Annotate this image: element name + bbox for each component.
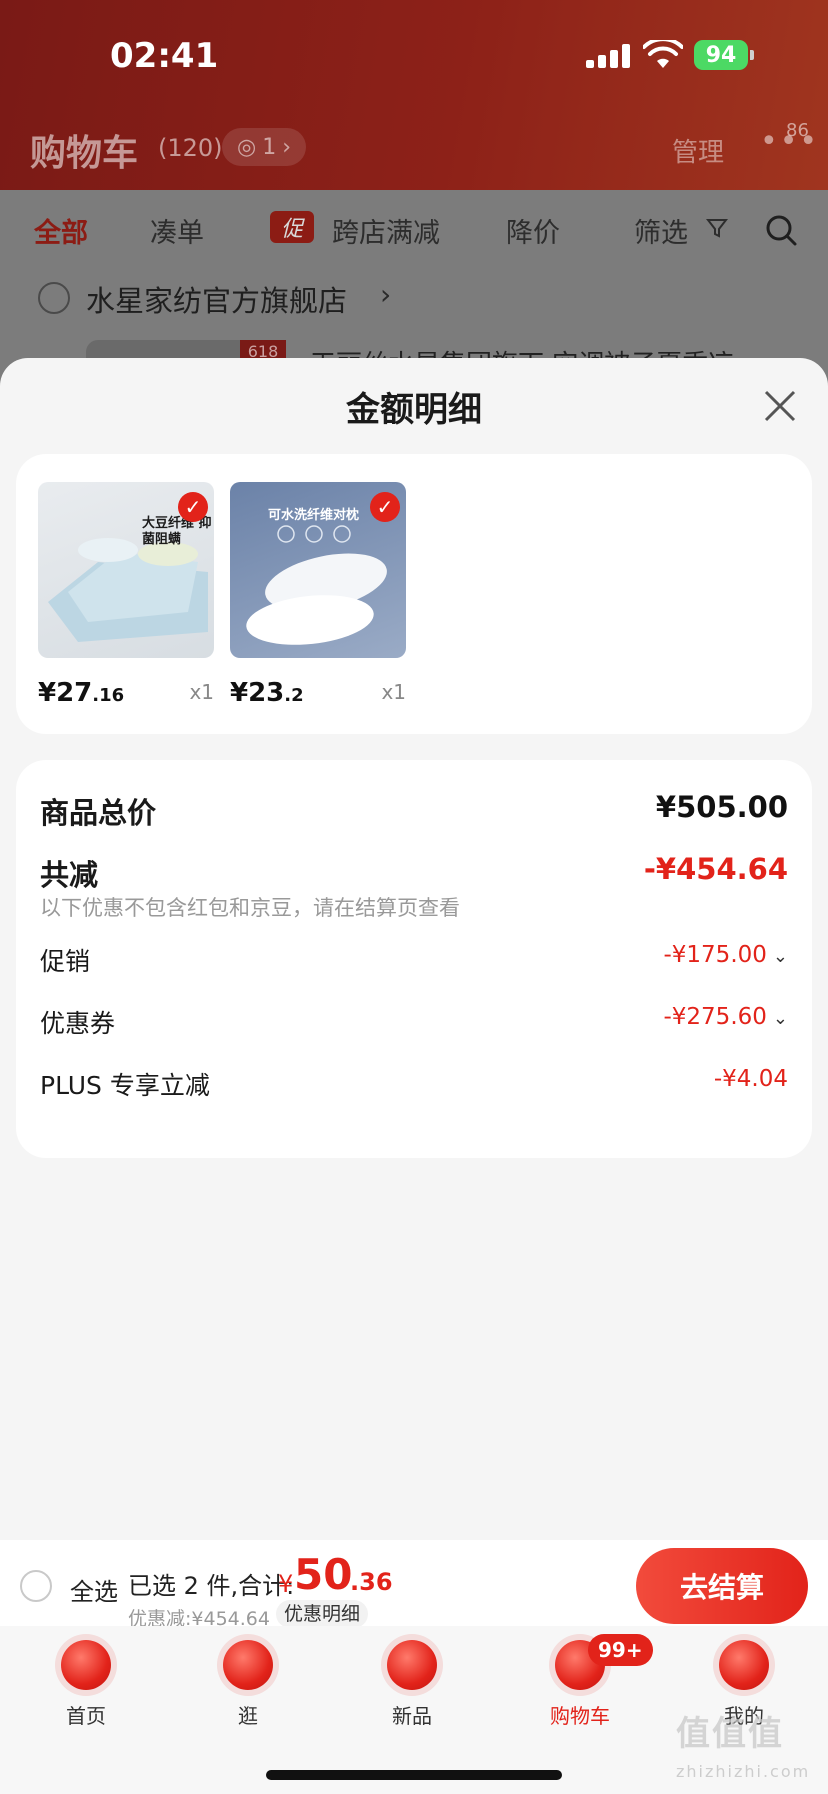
- cart-count: (120): [158, 134, 223, 162]
- total-decimal: .36: [350, 1568, 393, 1596]
- filter-bundle[interactable]: 凑单: [150, 211, 204, 250]
- product-item[interactable]: 大豆纤维 抑菌阻螨 ✓ ¥27.16 x1: [38, 482, 214, 708]
- tab-label: 购物车: [550, 1704, 610, 1728]
- sheet-title: 金额明细: [346, 390, 482, 430]
- battery-tip: [750, 50, 754, 60]
- tab-cart[interactable]: 99+ 购物车: [520, 1634, 653, 1729]
- watermark: 值值值: [676, 1714, 784, 1754]
- battery-indicator: 94: [694, 40, 748, 70]
- products-card: 大豆纤维 抑菌阻螨 ✓ ¥27.16 x1 可水洗纤维对枕 ✓ ¥23.2 x1: [16, 454, 812, 734]
- browse-icon: [223, 1640, 273, 1690]
- product-qty: x1: [189, 680, 214, 704]
- price-summary-card: 商品总价 ¥505.00 共减 -¥454.64 以下优惠不包含红包和京豆，请在…: [16, 760, 812, 1158]
- product-price-int: ¥23: [230, 678, 285, 708]
- profile-icon: [719, 1640, 769, 1690]
- filter-cross-store[interactable]: 跨店满减: [332, 211, 440, 250]
- product-image-caption: 可水洗纤维对枕: [268, 508, 360, 523]
- watermark-url: zhizhizhi.com: [676, 1762, 811, 1781]
- status-time: 02:41: [110, 36, 219, 76]
- store-name[interactable]: 水星家纺官方旗舰店: [86, 278, 347, 320]
- tab-browse[interactable]: 逛: [188, 1640, 308, 1729]
- cart-title: 购物车: [30, 133, 139, 174]
- search-icon[interactable]: [764, 213, 798, 247]
- total-label: 商品总价: [40, 796, 157, 830]
- plus-label: PLUS 专享立减: [40, 1071, 210, 1100]
- filter-price-drop[interactable]: 降价: [506, 211, 560, 250]
- coupon-value: -¥275.60: [663, 1004, 767, 1030]
- reduce-label: 共减: [40, 858, 99, 892]
- product-qty: x1: [381, 680, 406, 704]
- filter-all[interactable]: 全部: [34, 211, 88, 250]
- cart-badge: 99+: [588, 1634, 653, 1666]
- checkout-bar: 全选 已选 2 件,合计: ¥ 50 .36 优惠减:¥454.64 优惠明细 …: [0, 1540, 828, 1630]
- promo-value: -¥175.00: [663, 942, 767, 968]
- reduce-value: -¥454.64: [643, 852, 788, 886]
- more-badge: 86: [786, 120, 809, 141]
- tab-home[interactable]: 首页: [26, 1640, 146, 1729]
- product-price: ¥23.2: [230, 678, 304, 708]
- discount-note: 以下优惠不包含红包和京豆，请在结算页查看: [40, 896, 460, 920]
- watch-count: 1: [262, 134, 277, 160]
- coupon-row[interactable]: -¥275.60 ⌄: [663, 1004, 788, 1030]
- coupon-label: 优惠券: [40, 1009, 116, 1038]
- chevron-down-icon: ⌄: [772, 946, 788, 967]
- product-item[interactable]: 可水洗纤维对枕 ✓ ¥23.2 x1: [230, 482, 406, 708]
- total-currency: ¥: [278, 1570, 294, 1598]
- home-icon: [61, 1640, 111, 1690]
- promo-row[interactable]: -¥175.00 ⌄: [663, 942, 788, 968]
- select-all-label[interactable]: 全选: [70, 1572, 118, 1607]
- product-price-int: ¥27: [38, 678, 93, 708]
- tab-new[interactable]: 新品: [352, 1640, 472, 1729]
- signal-icon: [586, 44, 630, 68]
- filter-button[interactable]: 筛选: [634, 211, 688, 250]
- chevron-right-icon: ›: [282, 134, 291, 160]
- product-price-dec: .16: [92, 685, 125, 706]
- chevron-right-icon: ›: [380, 278, 392, 311]
- manage-button[interactable]: 管理: [672, 132, 724, 169]
- store-select-radio[interactable]: [38, 282, 70, 314]
- promo-label: 促销: [40, 947, 91, 976]
- new-icon: [387, 1640, 437, 1690]
- filter-row: 全部 凑单 促 跨店满减 降价 筛选: [0, 205, 828, 255]
- check-icon: ✓: [370, 492, 400, 522]
- chevron-down-icon: ⌄: [772, 1008, 788, 1029]
- eye-icon: ◎: [236, 134, 257, 160]
- product-image-caption: 大豆纤维 抑菌阻螨: [142, 516, 212, 547]
- selected-count: 已选 2 件,合计:: [128, 1572, 295, 1600]
- total-value: ¥505.00: [655, 790, 788, 824]
- wifi-icon: [643, 40, 683, 68]
- watch-pill[interactable]: ◎ 1 ›: [222, 128, 306, 166]
- funnel-icon: [706, 219, 728, 238]
- select-all-radio[interactable]: [20, 1570, 52, 1602]
- home-indicator: [266, 1770, 562, 1780]
- status-bar: 02:41 94: [0, 0, 828, 110]
- product-price-dec: .2: [284, 685, 304, 706]
- page: 02:41 94 购物车 (120) ◎ 1 › 管理 ••• 86 全部 凑单…: [0, 0, 828, 1794]
- promo-tag: 促: [270, 211, 314, 243]
- total-integer: 50: [294, 1550, 353, 1599]
- checkout-button[interactable]: 去结算: [636, 1548, 808, 1624]
- close-icon[interactable]: [762, 388, 798, 424]
- product-image: 大豆纤维 抑菌阻螨 ✓: [38, 482, 214, 658]
- product-price: ¥27.16: [38, 678, 124, 708]
- discount-detail-button[interactable]: 优惠明细: [276, 1600, 369, 1628]
- product-image: 可水洗纤维对枕 ✓: [230, 482, 406, 658]
- tab-label: 逛: [238, 1704, 258, 1728]
- battery-level: 94: [705, 42, 737, 68]
- plus-value: -¥4.04: [713, 1066, 788, 1092]
- tab-label: 首页: [66, 1704, 106, 1728]
- tab-label: 新品: [392, 1704, 432, 1728]
- check-icon: ✓: [178, 492, 208, 522]
